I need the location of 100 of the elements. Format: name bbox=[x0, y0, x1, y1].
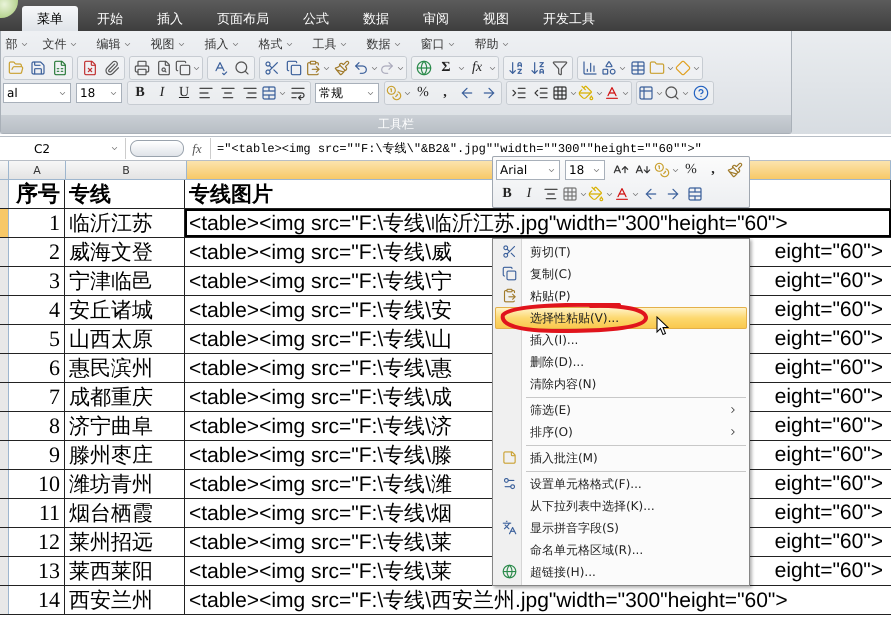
merge-cells-icon bbox=[261, 85, 277, 101]
cell-text: eight="60"> bbox=[774, 240, 883, 264]
cell-text: eight="60"> bbox=[774, 414, 883, 438]
paste-icon bbox=[305, 60, 321, 76]
menu-item[interactable]: 数据 bbox=[357, 36, 411, 52]
ribbon-tab[interactable]: 菜单 bbox=[22, 6, 78, 31]
cell-text: <table><img src="F:\专线\成 bbox=[189, 385, 452, 411]
sum-button[interactable]: Σ bbox=[435, 58, 457, 78]
redo-icon bbox=[379, 60, 395, 76]
table-cell: 10 bbox=[9, 470, 65, 498]
paste-dropdown-button[interactable] bbox=[305, 58, 331, 78]
table-cell: 9 bbox=[9, 441, 65, 469]
table-cell: 临沂江苏 bbox=[65, 209, 185, 237]
table-cell: 潍坊青州 bbox=[65, 470, 185, 498]
function-button[interactable]: fx bbox=[466, 58, 488, 78]
table-cell: 4 bbox=[9, 296, 65, 324]
table-cell: 3 bbox=[9, 267, 65, 295]
context-menu-item[interactable]: 删除(D)... bbox=[495, 351, 747, 373]
context-menu-item[interactable]: 超链接(H)... bbox=[495, 561, 747, 583]
context-menu-item[interactable]: 复制(C) bbox=[495, 263, 747, 285]
context-menu-item[interactable]: 剪切(T) bbox=[495, 241, 747, 263]
menu-item[interactable]: 文件 bbox=[33, 36, 87, 52]
font-size-field[interactable]: 18 bbox=[76, 83, 122, 103]
formula-bar-toggle[interactable] bbox=[130, 140, 184, 157]
percent-button[interactable]: % bbox=[680, 160, 702, 180]
globe-link-icon bbox=[500, 562, 518, 580]
table-cell: 安丘诸城 bbox=[65, 296, 185, 324]
font-field[interactable]: Arial bbox=[496, 160, 560, 180]
font-size-field[interactable]: 18 bbox=[565, 160, 605, 180]
name-box[interactable]: C2 bbox=[0, 138, 126, 159]
context-menu-item[interactable]: 插入批注(M) bbox=[495, 443, 747, 469]
table-cell: 6 bbox=[9, 354, 65, 382]
table-cell: 烟台栖霞 bbox=[65, 499, 185, 527]
percent-button[interactable]: % bbox=[412, 83, 434, 103]
table-header-cell: 专线 bbox=[65, 180, 185, 208]
bold-button[interactable]: B bbox=[129, 83, 151, 103]
italic-button[interactable]: I bbox=[518, 184, 540, 204]
context-menu-item[interactable]: 清除内容(N) bbox=[495, 373, 747, 395]
ribbon-tab[interactable]: 页面布局 bbox=[202, 6, 284, 31]
insert-function-button[interactable]: fx bbox=[184, 140, 210, 156]
number-format-field[interactable]: 常规 bbox=[315, 83, 379, 103]
comma-button[interactable]: , bbox=[434, 83, 456, 103]
fill-color-icon bbox=[588, 186, 604, 202]
document-copy-icon bbox=[175, 60, 191, 76]
italic-button[interactable]: I bbox=[151, 83, 173, 103]
group-label: 工具栏 bbox=[1, 115, 791, 133]
cell-text: <table><img src="F:\专线\烟 bbox=[189, 501, 452, 527]
ribbon-tab[interactable]: 插入 bbox=[142, 6, 198, 31]
menu-item[interactable]: 编辑 bbox=[87, 36, 141, 52]
menu-item[interactable]: 部 bbox=[1, 36, 33, 52]
context-menu-item[interactable]: 粘贴(P) bbox=[495, 285, 747, 307]
mouse-cursor-icon bbox=[656, 316, 669, 336]
ribbon-tab[interactable]: 公式 bbox=[288, 6, 344, 31]
diamond-icon bbox=[675, 60, 691, 76]
cell-text: eight="60"> bbox=[774, 559, 883, 583]
cell-text: <table><img src="F:\专线\莱 bbox=[189, 559, 452, 585]
undo-icon bbox=[353, 60, 369, 76]
font-color-icon bbox=[604, 85, 620, 101]
cell-text: eight="60"> bbox=[774, 356, 883, 380]
table-cell: 1 bbox=[9, 209, 65, 237]
menu-item[interactable]: 视图 bbox=[141, 36, 195, 52]
ribbon-tab[interactable]: 视图 bbox=[468, 6, 524, 31]
fill-color-dropdown-button[interactable] bbox=[588, 184, 614, 204]
menu-item[interactable]: 窗口 bbox=[411, 36, 465, 52]
borders-icon bbox=[562, 186, 578, 202]
coins-icon bbox=[386, 85, 402, 101]
table-cell: 7 bbox=[9, 383, 65, 411]
cell-text: <table><img src="F:\专线\山 bbox=[189, 327, 452, 353]
ribbon-tab[interactable]: 审阅 bbox=[408, 6, 464, 31]
table-cell: 威海文登 bbox=[65, 238, 185, 266]
ribbon-tab[interactable]: 开始 bbox=[82, 6, 138, 31]
context-menu-item[interactable]: 命名单元格区域(R)... bbox=[495, 539, 747, 561]
menu-item[interactable]: 格式 bbox=[249, 36, 303, 52]
menu-item[interactable]: 插入 bbox=[195, 36, 249, 52]
document-copy-dropdown-button[interactable] bbox=[175, 58, 201, 78]
column-header[interactable]: A bbox=[9, 161, 66, 179]
comma-button[interactable]: , bbox=[702, 160, 724, 180]
bold-button[interactable]: B bbox=[496, 184, 518, 204]
context-menu-item[interactable]: 显示拼音字段(S) bbox=[495, 517, 747, 539]
context-menu-item[interactable]: 设置单元格格式(F)... bbox=[495, 469, 747, 495]
menu-item[interactable]: 帮助 bbox=[465, 36, 519, 52]
context-menu-item[interactable]: 排序(O) bbox=[495, 421, 747, 443]
context-menu-item[interactable]: 插入(I)... bbox=[495, 329, 747, 351]
context-menu-item[interactable]: 从下拉列表中选择(K)... bbox=[495, 495, 747, 517]
context-menu-item[interactable]: 筛选(E) bbox=[495, 395, 747, 421]
menu-item[interactable]: 工具 bbox=[303, 36, 357, 52]
table-cell: 济宁曲阜 bbox=[65, 412, 185, 440]
fill-color-icon bbox=[578, 85, 594, 101]
cell-text: <table><img src="F:\专线\潍 bbox=[189, 472, 452, 498]
font-field[interactable]: al bbox=[3, 83, 71, 103]
underline-button[interactable]: U bbox=[173, 83, 195, 103]
ribbon-tab[interactable]: 数据 bbox=[348, 6, 404, 31]
fill-color-dropdown-button[interactable] bbox=[578, 83, 604, 103]
cell-text: eight="60"> bbox=[774, 530, 883, 554]
table-cell: 14 bbox=[9, 586, 65, 614]
ribbon-tab[interactable]: 开发工具 bbox=[528, 6, 610, 31]
table-cell: 宁津临邑 bbox=[65, 267, 185, 295]
table-cell: <table><img src="F:\专线\临沂江苏.jpg"width="300"height="60"> bbox=[185, 209, 891, 237]
table-header-cell: 序号 bbox=[9, 180, 65, 208]
cell-text: <table><img src="F:\专线\惠 bbox=[189, 356, 452, 382]
